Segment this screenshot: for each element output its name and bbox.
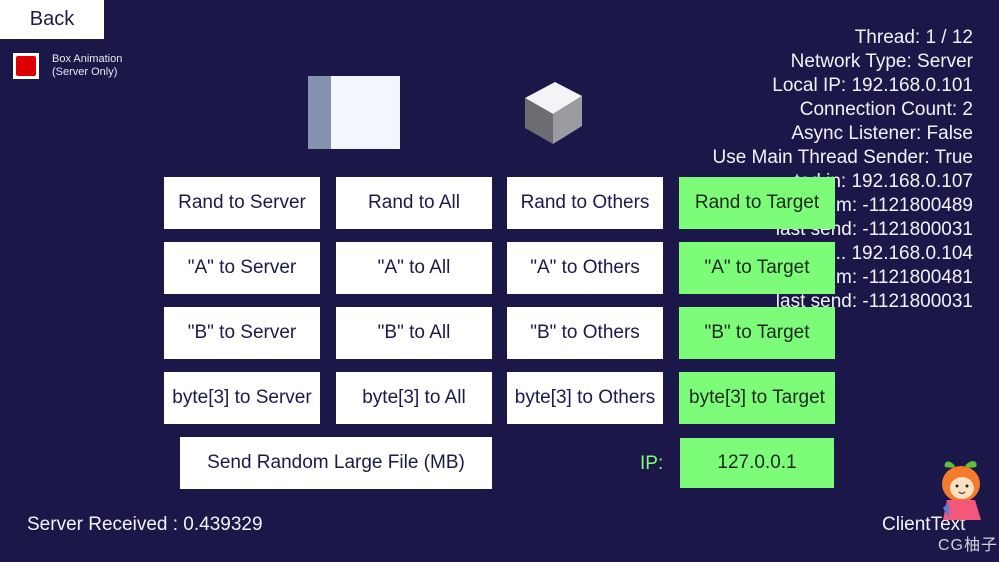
panel-progress-fill [308, 76, 331, 149]
byte3-to-server-button[interactable]: byte[3] to Server [164, 372, 320, 424]
preview-panel [308, 76, 400, 149]
status-thread: Thread: 1 / 12 [854, 27, 973, 48]
a-to-server-button[interactable]: "A" to Server [164, 242, 320, 294]
b-to-server-button[interactable]: "B" to Server [164, 307, 320, 359]
cube-icon [525, 82, 582, 144]
a-to-others-button[interactable]: "A" to Others [507, 242, 663, 294]
ip-label: IP: [640, 453, 664, 474]
a-to-all-button[interactable]: "A" to All [336, 242, 492, 294]
box-animation-label: Box Animation (Server Only) [52, 53, 122, 79]
box-animation-label-line1: Box Animation [52, 53, 123, 65]
b-to-all-button[interactable]: "B" to All [336, 307, 492, 359]
status-local-ip: Local IP: 192.168.0.101 [772, 75, 973, 96]
server-received-text: Server Received : 0.439329 [27, 514, 263, 535]
b-to-others-button[interactable]: "B" to Others [507, 307, 663, 359]
back-button[interactable]: Back [0, 0, 104, 39]
b-to-target-button[interactable]: "B" to Target [679, 307, 835, 359]
box-animation-label-line2: (Server Only) [52, 66, 118, 78]
mascot-icon [942, 461, 981, 520]
toggle-checkmark [16, 56, 36, 76]
rand-to-target-button[interactable]: Rand to Target [679, 177, 835, 229]
box-animation-toggle[interactable] [13, 53, 39, 79]
status-async-listener: Async Listener: False [791, 123, 973, 144]
send-large-file-button[interactable]: Send Random Large File (MB) [180, 437, 492, 489]
a-to-target-button[interactable]: "A" to Target [679, 242, 835, 294]
byte3-to-target-button[interactable]: byte[3] to Target [679, 372, 835, 424]
watermark-text: CG柚子 [938, 537, 999, 554]
status-connection-count: Connection Count: 2 [799, 99, 973, 120]
byte3-to-others-button[interactable]: byte[3] to Others [507, 372, 663, 424]
byte3-to-all-button[interactable]: byte[3] to All [336, 372, 492, 424]
ip-input[interactable]: 127.0.0.1 [680, 438, 834, 488]
status-main-thread-sender: Use Main Thread Sender: True [712, 147, 973, 168]
rand-to-all-button[interactable]: Rand to All [336, 177, 492, 229]
status-network-type: Network Type: Server [790, 51, 973, 72]
rand-to-others-button[interactable]: Rand to Others [507, 177, 663, 229]
rand-to-server-button[interactable]: Rand to Server [164, 177, 320, 229]
